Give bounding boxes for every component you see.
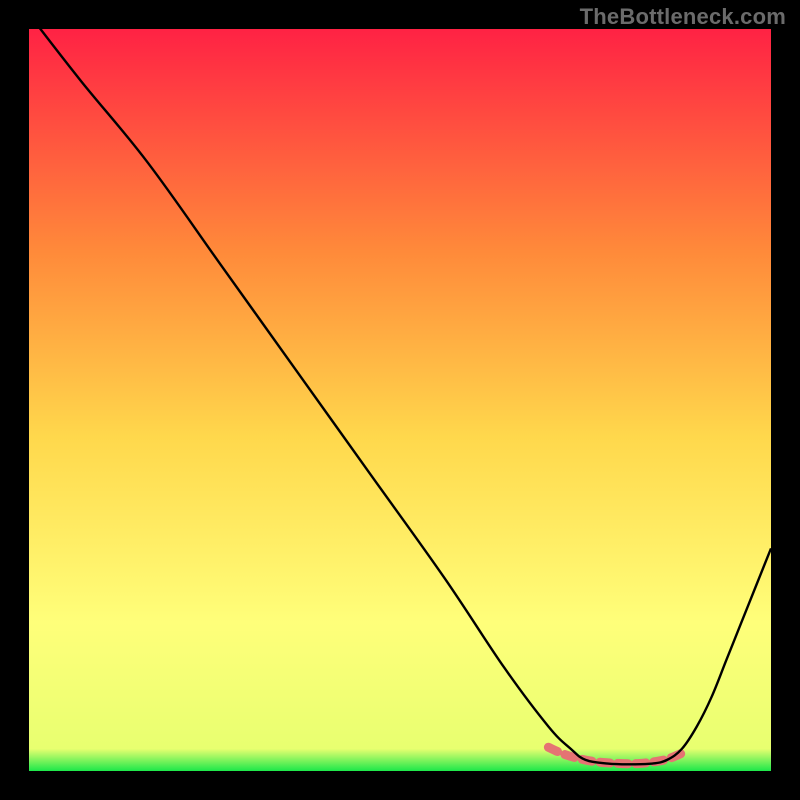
chart-container: TheBottleneck.com: [0, 0, 800, 800]
watermark-text: TheBottleneck.com: [580, 4, 786, 30]
plot-area: [29, 29, 771, 771]
chart-svg: [29, 29, 771, 771]
gradient-background: [29, 29, 771, 771]
